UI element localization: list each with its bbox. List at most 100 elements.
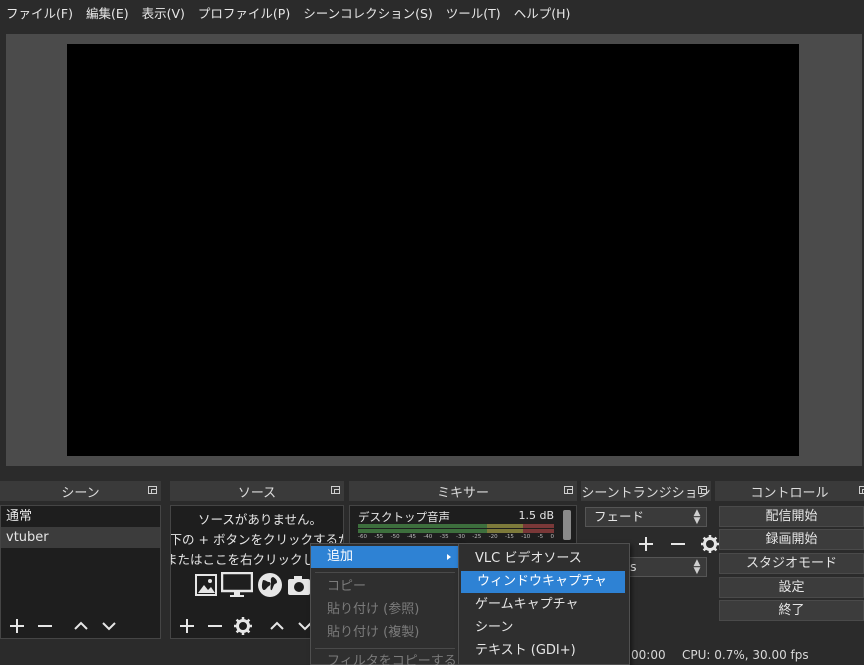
remove-source-button[interactable]: [202, 613, 228, 639]
meter-tick: 0: [550, 534, 554, 540]
meter-tick: -60: [358, 534, 367, 540]
gear-icon: [234, 617, 252, 635]
meter-tick: -20: [488, 534, 498, 540]
controls-dock: コントロール 配信開始 録画開始 スタジオモード 設定 終了: [715, 479, 864, 665]
exit-button[interactable]: 終了: [719, 600, 864, 621]
empty-message-line1: ソースがありません。: [197, 512, 322, 527]
meter-tick: -5: [537, 534, 544, 540]
studio-mode-button[interactable]: スタジオモード: [719, 553, 864, 574]
submenu-arrow-icon: [447, 554, 451, 560]
submenu-vlc-source[interactable]: VLC ビデオソース: [459, 548, 629, 570]
transition-selected: フェード: [594, 509, 645, 524]
submenu-game-capture[interactable]: ゲームキャプチャ: [459, 594, 629, 616]
menu-view[interactable]: 表示(V): [136, 3, 192, 22]
globe-icon: [258, 573, 282, 597]
menu-profile[interactable]: プロファイル(P): [192, 3, 297, 22]
context-menu: 追加 コピー 貼り付け (参照) 貼り付け (複製) フィルタをコピーする: [310, 543, 460, 665]
mixer-channel-label: デスクトップ音声: [358, 510, 450, 524]
transitions-title: シーントランジション: [581, 485, 711, 501]
move-scene-down-button[interactable]: [96, 613, 122, 639]
mixer-scrollbar[interactable]: [563, 510, 571, 540]
submenu-scene[interactable]: シーン: [459, 617, 629, 639]
float-dock-icon[interactable]: [148, 486, 157, 494]
meter-tick: -50: [390, 534, 400, 540]
mixer-channel-db: 1.5 dB: [518, 509, 554, 522]
plus-icon: [180, 619, 194, 633]
mixer-dock-title: ミキサー: [349, 481, 577, 501]
menu-tools[interactable]: ツール(T): [440, 3, 508, 22]
float-dock-icon[interactable]: [331, 486, 340, 494]
sources-dock-title: ソース: [170, 481, 344, 501]
ctx-copy-filters[interactable]: フィルタをコピーする: [311, 651, 459, 665]
ctx-copy[interactable]: コピー: [311, 576, 459, 598]
volume-meter-right: [358, 529, 554, 533]
source-type-icons: [195, 572, 311, 598]
meter-tick: -25: [472, 534, 482, 540]
preview-canvas[interactable]: [67, 44, 799, 456]
submenu-window-capture[interactable]: ウィンドウキャプチャ: [461, 571, 625, 593]
add-scene-button[interactable]: [4, 613, 30, 639]
move-scene-up-button[interactable]: [68, 613, 94, 639]
menu-scene-collection[interactable]: シーンコレクション(S): [297, 3, 440, 22]
plus-icon: [10, 619, 24, 633]
start-recording-button[interactable]: 録画開始: [719, 529, 864, 550]
menubar: ファイル(F) 編集(E) 表示(V) プロファイル(P) シーンコレクション(…: [0, 0, 864, 24]
submenu-text-gdi[interactable]: テキスト (GDI+): [459, 640, 629, 662]
add-transition-button[interactable]: [633, 531, 659, 557]
meter-tick: -10: [521, 534, 531, 540]
meter-tick: -35: [439, 534, 449, 540]
remove-scene-button[interactable]: [32, 613, 58, 639]
ctx-paste-duplicate[interactable]: 貼り付け (複製): [311, 622, 459, 644]
transition-toolbar: [633, 531, 723, 557]
spinner-arrows-icon: ▲ ▼: [693, 508, 701, 526]
scene-item-vtuber[interactable]: vtuber: [1, 527, 160, 548]
menu-file[interactable]: ファイル(F): [0, 3, 80, 22]
meter-tick: -55: [374, 534, 384, 540]
minus-icon: [38, 625, 52, 627]
menu-separator: [315, 648, 455, 649]
chevron-down-icon: [102, 622, 116, 631]
transitions-dock-title: シーントランジション: [581, 481, 711, 501]
remove-transition-button[interactable]: [665, 531, 691, 557]
scene-item-normal[interactable]: 通常: [1, 506, 160, 527]
float-dock-icon[interactable]: [564, 486, 573, 494]
scenes-title: シーン: [61, 485, 100, 501]
add-source-button[interactable]: [174, 613, 200, 639]
ctx-add-label: 追加: [327, 549, 354, 564]
meter-ticks: -60 -55 -50 -45 -40 -35 -30 -25 -20 -15 …: [358, 534, 554, 540]
status-time: 00:00: [631, 648, 666, 662]
display-icon: [221, 572, 253, 597]
status-bar: 00:00 CPU: 0.7%, 30.00 fps: [600, 648, 864, 665]
chevron-up-icon: [270, 621, 284, 630]
minus-icon: [671, 543, 685, 545]
menu-edit[interactable]: 編集(E): [80, 3, 136, 22]
scenes-dock-title: シーン: [0, 481, 161, 501]
sources-title: ソース: [237, 485, 277, 501]
ctx-paste-reference[interactable]: 貼り付け (参照): [311, 599, 459, 621]
status-cpu: CPU: 0.7%, 30.00 fps: [682, 648, 809, 662]
float-dock-icon[interactable]: [859, 486, 864, 494]
controls-title: コントロール: [750, 485, 829, 501]
meter-tick: -15: [504, 534, 514, 540]
meter-tick: -45: [406, 534, 416, 540]
plus-icon: [639, 537, 653, 551]
meter-tick: -40: [423, 534, 433, 540]
transition-select[interactable]: フェード ▲ ▼: [585, 507, 707, 527]
minus-icon: [208, 625, 222, 627]
image-icon: [195, 574, 217, 596]
source-properties-button[interactable]: [230, 613, 256, 639]
add-source-submenu: VLC ビデオソース ウィンドウキャプチャ ゲームキャプチャ シーン テキスト …: [458, 543, 630, 665]
menu-help[interactable]: ヘルプ(H): [508, 3, 578, 22]
spinner-arrows-icon: ▲ ▼: [693, 558, 701, 576]
settings-button[interactable]: 設定: [719, 577, 864, 598]
mixer-title: ミキサー: [436, 485, 489, 501]
ctx-add[interactable]: 追加: [311, 546, 459, 568]
menu-separator: [315, 572, 455, 573]
start-streaming-button[interactable]: 配信開始: [719, 506, 864, 527]
float-dock-icon[interactable]: [698, 486, 707, 494]
scenes-dock: シーン 通常 vtuber: [0, 479, 161, 665]
move-source-up-button[interactable]: [264, 613, 290, 639]
chevron-up-icon: [74, 621, 88, 630]
meter-tick: -30: [455, 534, 465, 540]
scenes-toolbar: [0, 611, 161, 641]
